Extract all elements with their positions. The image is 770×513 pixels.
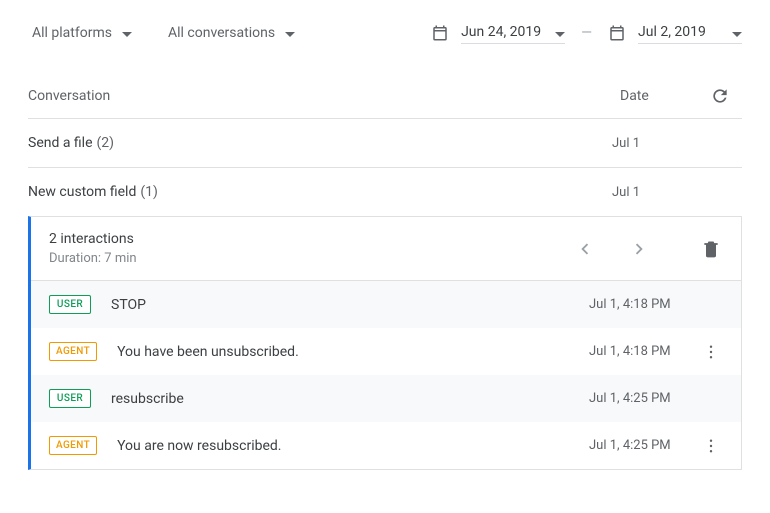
filters-row: All platforms All conversations Jun 24, … (28, 10, 742, 56)
delete-button[interactable] (701, 239, 721, 259)
message-row: USER STOP Jul 1, 4:18 PM (31, 281, 741, 328)
message-row: AGENT You have been unsubscribed. Jul 1,… (31, 328, 741, 375)
more-button[interactable] (699, 437, 723, 455)
message-text: resubscribe (111, 391, 184, 407)
next-button[interactable] (627, 237, 651, 261)
message-row: AGENT You are now resubscribed. Jul 1, 4… (31, 422, 741, 469)
column-header-date: Date (620, 88, 710, 104)
message-text: You are now resubscribed. (117, 438, 281, 454)
message-time: Jul 1, 4:25 PM (589, 438, 699, 453)
conversation-count: (1) (140, 184, 158, 200)
calendar-icon (608, 24, 626, 42)
message-time: Jul 1, 4:25 PM (589, 391, 699, 406)
message-time: Jul 1, 4:18 PM (589, 344, 699, 359)
start-date-text: Jun 24, 2019 (461, 24, 547, 40)
message-text: STOP (111, 297, 146, 313)
chevron-down-icon (732, 22, 742, 41)
interactions-duration: Duration: 7 min (49, 251, 137, 266)
message-text: You have been unsubscribed. (117, 344, 299, 360)
end-date-text: Jul 2, 2019 (638, 24, 724, 40)
chevron-down-icon (285, 25, 295, 41)
agent-badge: AGENT (49, 342, 97, 361)
interaction-panel: 2 interactions Duration: 7 min USER STOP… (28, 216, 742, 470)
date-range: Jun 24, 2019 — Jul 2, 2019 (431, 22, 742, 44)
platform-dropdown[interactable]: All platforms (28, 21, 136, 45)
calendar-icon (431, 24, 449, 42)
table-header: Conversation Date (28, 76, 742, 119)
conversation-date: Jul 1 (612, 136, 710, 151)
conversations-dropdown[interactable]: All conversations (164, 21, 299, 45)
chevron-down-icon (122, 25, 132, 41)
conversation-row[interactable]: Send a file (2) Jul 1 (28, 119, 742, 168)
user-badge: USER (49, 389, 91, 408)
end-date-field[interactable]: Jul 2, 2019 (638, 22, 742, 44)
conversation-count: (2) (97, 135, 115, 151)
conversations-dropdown-label: All conversations (168, 25, 275, 41)
refresh-button[interactable] (710, 86, 742, 106)
chevron-down-icon (555, 22, 565, 41)
conversation-row[interactable]: New custom field (1) Jul 1 (28, 168, 742, 216)
interactions-count: 2 interactions (49, 231, 137, 247)
conversation-title: Send a file (28, 135, 93, 151)
column-header-conversation: Conversation (28, 88, 110, 104)
conversation-date: Jul 1 (612, 185, 710, 200)
interaction-panel-header: 2 interactions Duration: 7 min (31, 217, 741, 281)
agent-badge: AGENT (49, 436, 97, 455)
start-date-field[interactable]: Jun 24, 2019 (461, 22, 565, 44)
more-button[interactable] (699, 343, 723, 361)
date-range-separator: — (577, 25, 596, 41)
conversation-title: New custom field (28, 184, 136, 200)
message-row: USER resubscribe Jul 1, 4:25 PM (31, 375, 741, 422)
platform-dropdown-label: All platforms (32, 25, 112, 41)
message-time: Jul 1, 4:18 PM (589, 297, 699, 312)
user-badge: USER (49, 295, 91, 314)
prev-button[interactable] (573, 237, 597, 261)
